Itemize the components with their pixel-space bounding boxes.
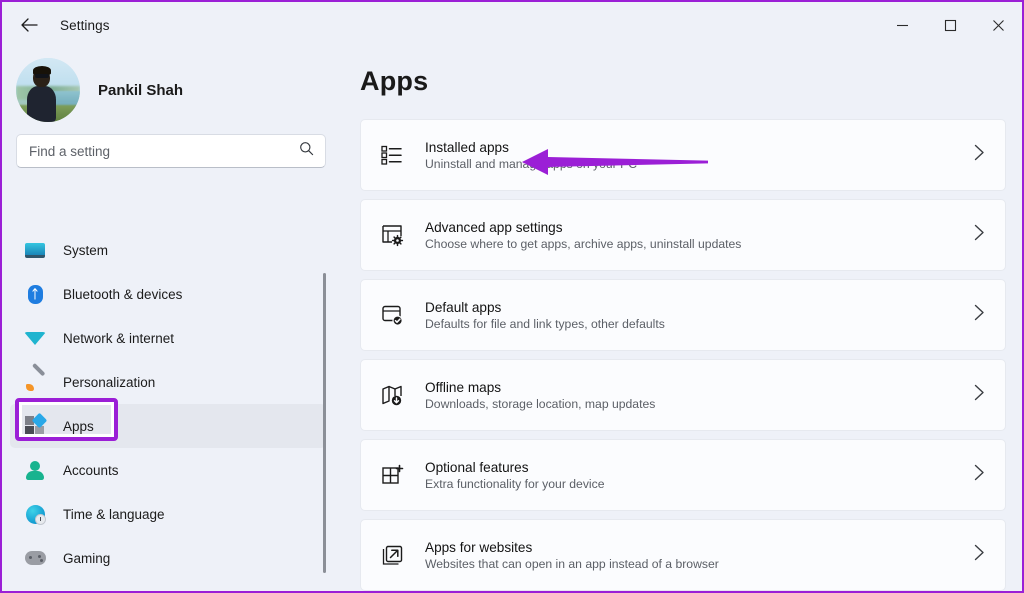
sidebar-item-gaming[interactable]: Gaming bbox=[10, 536, 326, 580]
sidebar-nav: System ᛏ Bluetooth & devices Network & i… bbox=[2, 228, 340, 593]
card-title: Advanced app settings bbox=[425, 220, 974, 235]
chevron-right-icon[interactable] bbox=[974, 384, 1005, 406]
page-title: Apps bbox=[340, 48, 1024, 97]
map-download-icon bbox=[377, 380, 407, 410]
sidebar-item-personalization[interactable]: Personalization bbox=[10, 360, 326, 404]
external-link-icon bbox=[377, 540, 407, 570]
chevron-right-icon[interactable] bbox=[974, 464, 1005, 486]
person-icon bbox=[24, 459, 46, 481]
sidebar-item-bluetooth-devices[interactable]: ᛏ Bluetooth & devices bbox=[10, 272, 326, 316]
sidebar-scrollbar[interactable] bbox=[322, 273, 326, 573]
sidebar-item-network-internet[interactable]: Network & internet bbox=[10, 316, 326, 360]
search-section bbox=[2, 118, 340, 168]
bluetooth-icon: ᛏ bbox=[24, 283, 46, 305]
app-settings-icon bbox=[377, 220, 407, 250]
avatar bbox=[16, 58, 80, 122]
card-installed-apps[interactable]: Installed apps Uninstall and manage apps… bbox=[360, 119, 1006, 191]
search-input[interactable] bbox=[17, 144, 325, 159]
card-subtitle: Extra functionality for your device bbox=[425, 477, 974, 491]
search-icon[interactable] bbox=[299, 141, 314, 161]
card-title: Apps for websites bbox=[425, 540, 974, 555]
minimize-icon[interactable] bbox=[878, 2, 926, 48]
chevron-right-icon[interactable] bbox=[974, 144, 1005, 166]
chevron-right-icon[interactable] bbox=[974, 544, 1005, 566]
back-arrow-icon[interactable] bbox=[12, 8, 46, 42]
settings-cards: Installed apps Uninstall and manage apps… bbox=[340, 97, 1024, 591]
default-apps-icon bbox=[377, 300, 407, 330]
sidebar-item-accounts[interactable]: Accounts bbox=[10, 448, 326, 492]
monitor-icon bbox=[24, 239, 46, 261]
card-subtitle: Defaults for file and link types, other … bbox=[425, 317, 974, 331]
main-content: Apps Installed apps Uninstall and manage… bbox=[340, 48, 1024, 593]
card-advanced-app-settings[interactable]: Advanced app settings Choose where to ge… bbox=[360, 199, 1006, 271]
sidebar-item-label: Network & internet bbox=[63, 331, 174, 346]
profile-section[interactable]: Pankil Shah bbox=[2, 48, 340, 118]
sidebar-item-label: Accounts bbox=[63, 463, 119, 478]
card-subtitle: Choose where to get apps, archive apps, … bbox=[425, 237, 974, 251]
apps-icon bbox=[24, 415, 46, 437]
card-apps-for-websites[interactable]: Apps for websites Websites that can open… bbox=[360, 519, 1006, 591]
maximize-icon[interactable] bbox=[926, 2, 974, 48]
settings-window: Settings Pankil Shah bbox=[0, 0, 1024, 593]
chevron-right-icon[interactable] bbox=[974, 304, 1005, 326]
gamepad-icon bbox=[24, 547, 46, 569]
card-optional-features[interactable]: Optional features Extra functionality fo… bbox=[360, 439, 1006, 511]
card-default-apps[interactable]: Default apps Defaults for file and link … bbox=[360, 279, 1006, 351]
wifi-icon bbox=[24, 327, 46, 349]
sidebar-item-label: System bbox=[63, 243, 108, 258]
sidebar-item-accessibility[interactable]: Accessibility bbox=[10, 580, 326, 593]
card-offline-maps[interactable]: Offline maps Downloads, storage location… bbox=[360, 359, 1006, 431]
card-subtitle: Uninstall and manage apps on your PC bbox=[425, 157, 974, 171]
card-title: Installed apps bbox=[425, 140, 974, 155]
clock-globe-icon bbox=[24, 503, 46, 525]
sidebar-item-label: Personalization bbox=[63, 375, 155, 390]
paintbrush-icon bbox=[24, 371, 46, 393]
title-bar: Settings bbox=[2, 2, 1022, 48]
sidebar-item-label: Time & language bbox=[63, 507, 165, 522]
window-controls bbox=[878, 2, 1022, 48]
sidebar-item-time-language[interactable]: Time & language bbox=[10, 492, 326, 536]
close-icon[interactable] bbox=[974, 2, 1022, 48]
sidebar-item-label: Bluetooth & devices bbox=[63, 287, 182, 302]
window-title: Settings bbox=[60, 18, 110, 33]
chevron-right-icon[interactable] bbox=[974, 224, 1005, 246]
profile-name: Pankil Shah bbox=[98, 82, 183, 99]
card-title: Offline maps bbox=[425, 380, 974, 395]
search-box[interactable] bbox=[16, 134, 326, 168]
sidebar: Pankil Shah System ᛏ Bluetooth & bbox=[2, 48, 340, 593]
list-icon bbox=[377, 140, 407, 170]
card-title: Optional features bbox=[425, 460, 974, 475]
grid-plus-icon bbox=[377, 460, 407, 490]
sidebar-item-apps[interactable]: Apps bbox=[10, 404, 326, 448]
card-subtitle: Downloads, storage location, map updates bbox=[425, 397, 974, 411]
sidebar-item-system[interactable]: System bbox=[10, 228, 326, 272]
card-subtitle: Websites that can open in an app instead… bbox=[425, 557, 974, 571]
card-title: Default apps bbox=[425, 300, 974, 315]
sidebar-item-label: Gaming bbox=[63, 551, 110, 566]
sidebar-item-label: Apps bbox=[63, 419, 94, 434]
